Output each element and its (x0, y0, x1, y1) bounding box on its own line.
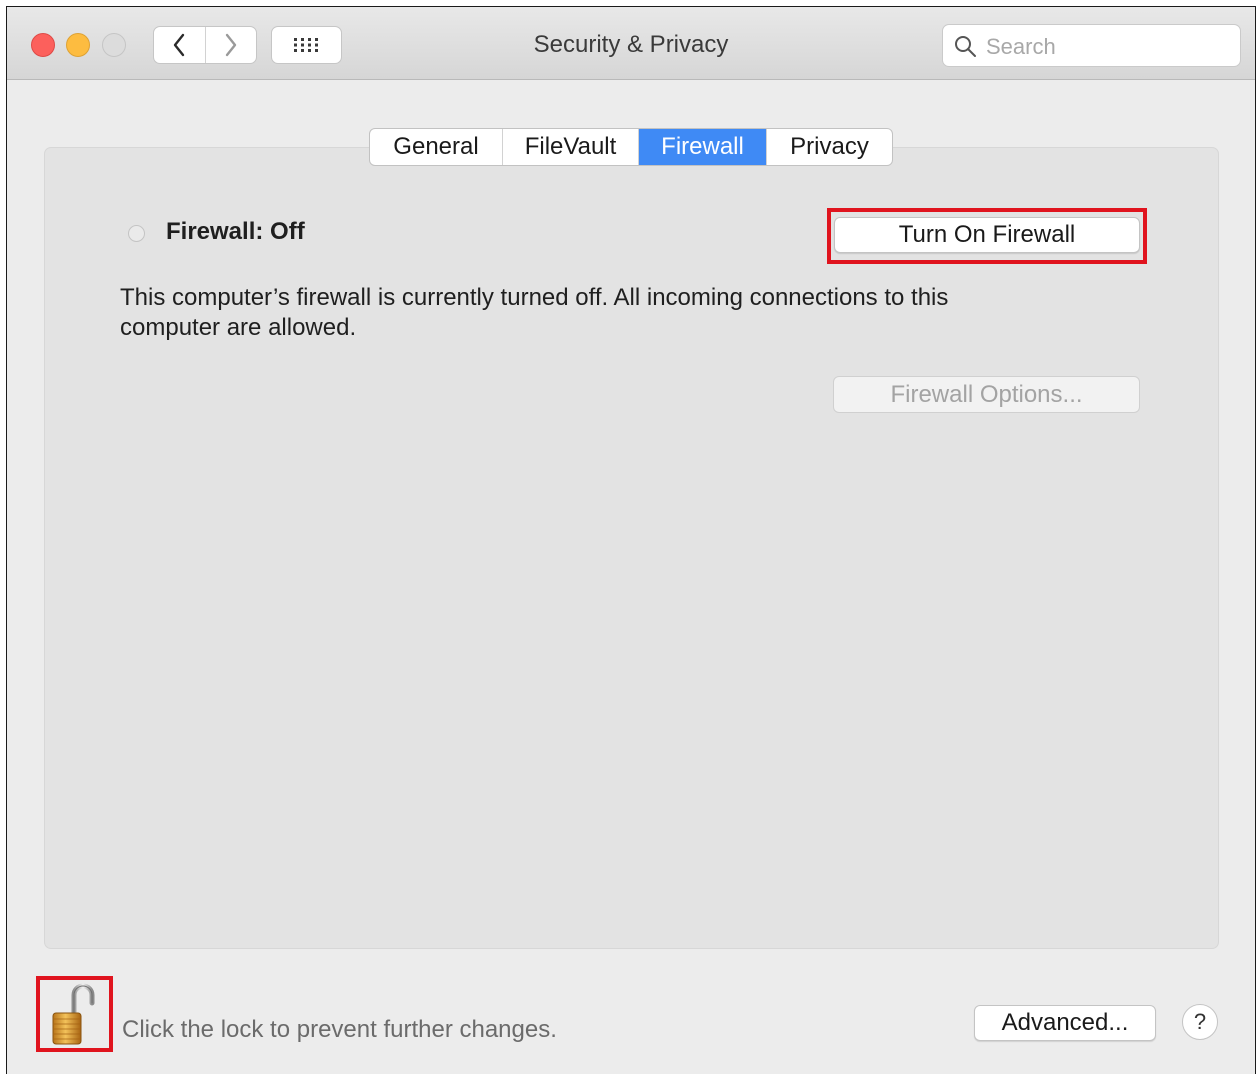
search-input[interactable]: Search (942, 24, 1241, 67)
tab-general[interactable]: General (370, 129, 502, 165)
unlocked-padlock-icon (52, 983, 95, 1045)
tab-privacy[interactable]: Privacy (766, 129, 892, 165)
search-icon (955, 36, 976, 57)
firewall-status-indicator (128, 225, 145, 242)
firewall-status-label: Firewall: Off (166, 218, 305, 245)
tab-bar: General FileVault Firewall Privacy (369, 128, 893, 166)
lock-button[interactable] (47, 981, 95, 1047)
search-placeholder: Search (986, 34, 1056, 59)
firewall-options-button[interactable]: Firewall Options... (833, 376, 1140, 413)
preferences-window: Security & Privacy Search General FileVa… (6, 6, 1256, 1074)
firewall-panel (44, 147, 1219, 949)
title-bar: Security & Privacy Search (7, 7, 1255, 80)
advanced-button[interactable]: Advanced... (974, 1005, 1156, 1041)
firewall-description: This computer’s firewall is currently tu… (120, 284, 949, 341)
tab-filevault[interactable]: FileVault (502, 129, 638, 165)
turn-on-firewall-button[interactable]: Turn On Firewall (834, 217, 1140, 253)
tab-firewall[interactable]: Firewall (638, 129, 766, 165)
lock-status-text: Click the lock to prevent further change… (122, 1016, 557, 1043)
help-button[interactable]: ? (1182, 1004, 1218, 1040)
